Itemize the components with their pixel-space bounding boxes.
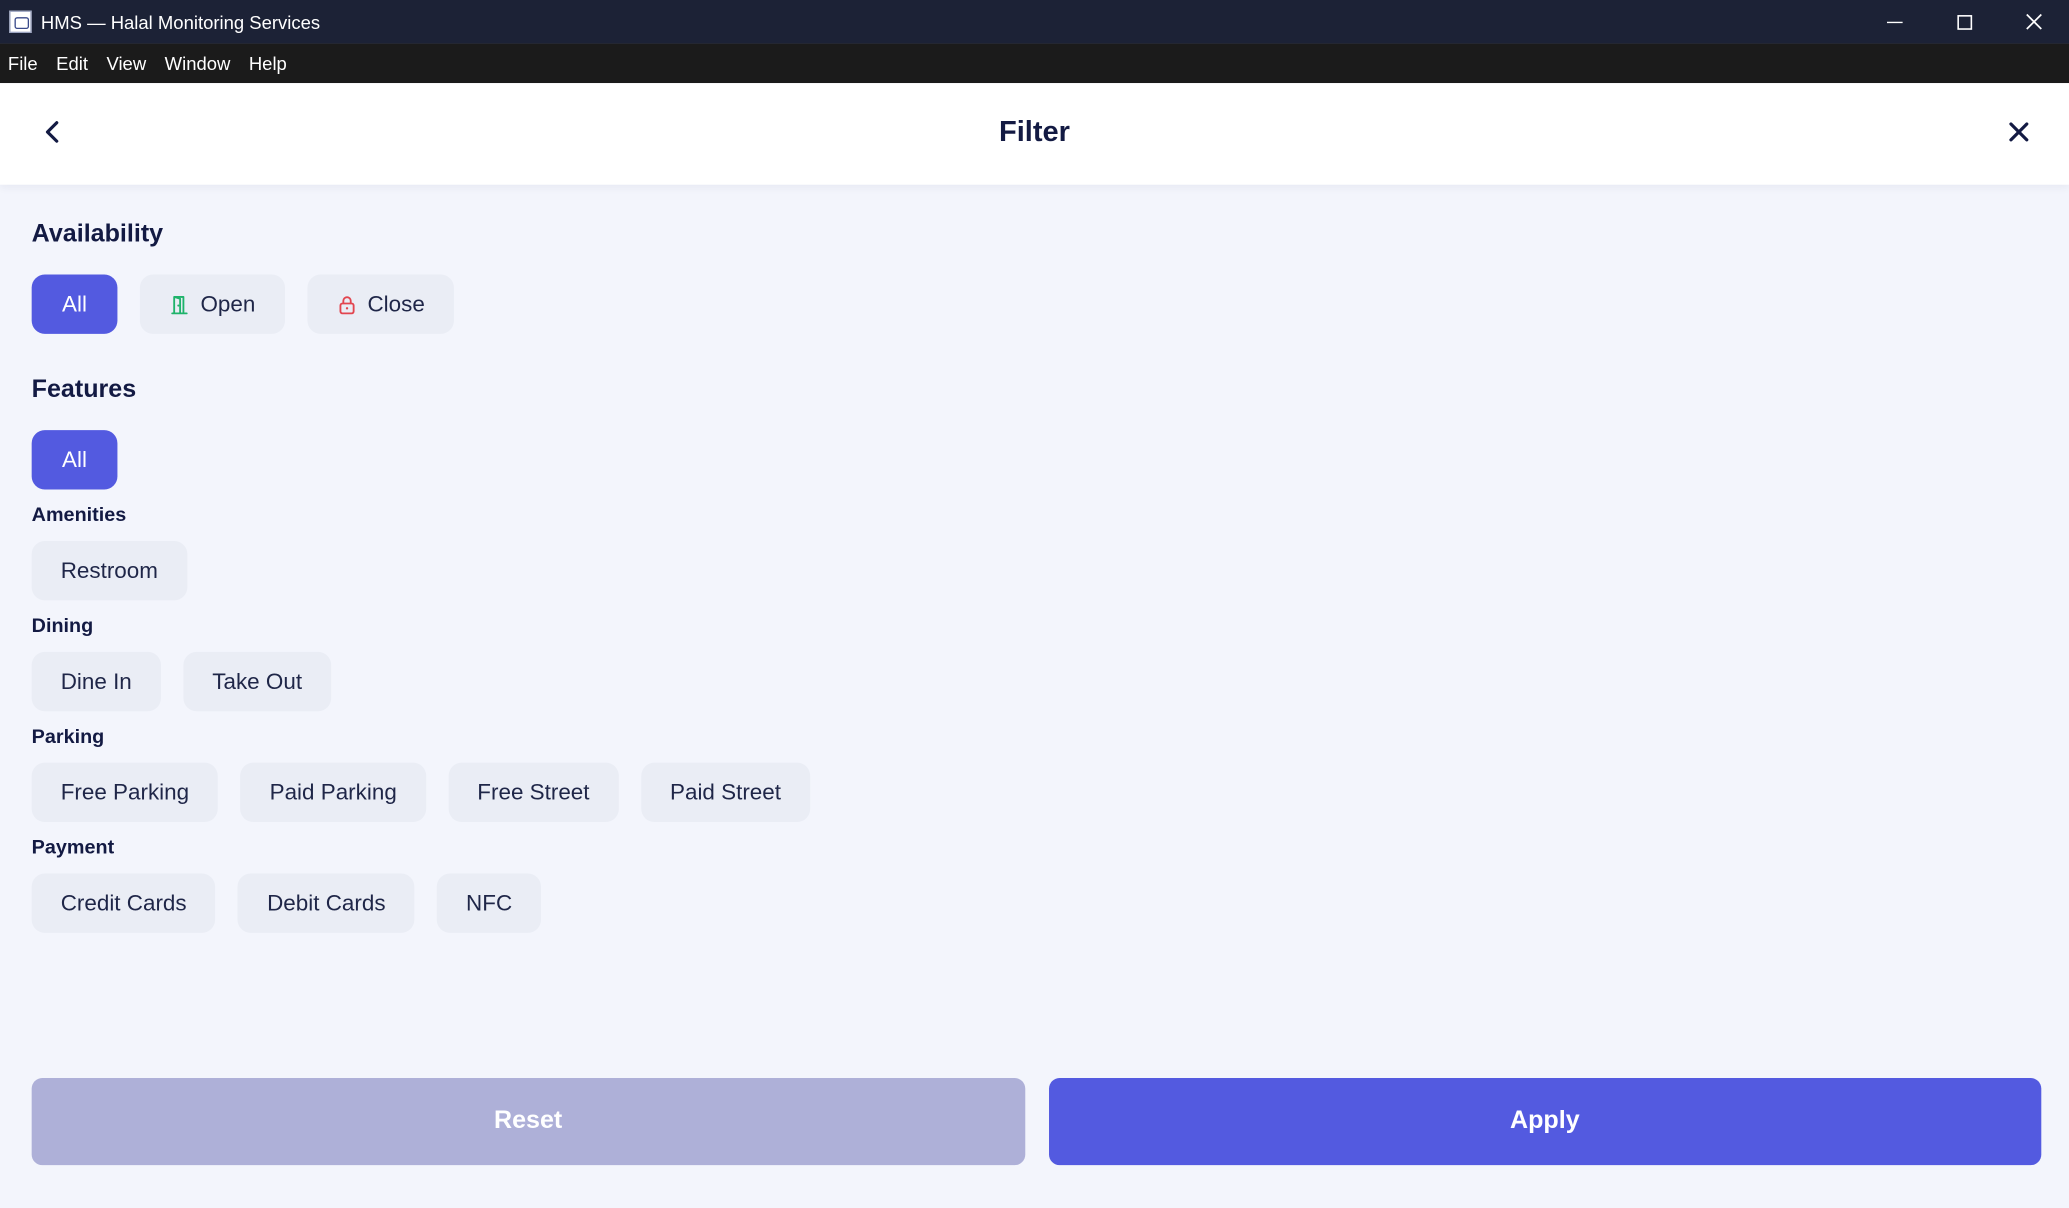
maximize-button[interactable]: [1929, 0, 1999, 44]
menu-edit[interactable]: Edit: [56, 53, 88, 74]
availability-options: All Open Close: [31, 274, 454, 334]
features-all-row: All: [31, 430, 118, 490]
payment-options: Credit Cards Debit Cards NFC: [31, 873, 542, 933]
feature-chip-restroom[interactable]: Restroom: [31, 541, 187, 601]
dining-heading: Dining: [31, 614, 94, 638]
parking-heading: Parking: [31, 725, 105, 749]
chip-label: Dine In: [60, 668, 132, 694]
chip-label: Credit Cards: [60, 890, 187, 916]
chip-label: Take Out: [212, 668, 303, 694]
menu-help[interactable]: Help: [249, 53, 287, 74]
filter-header: Filter: [0, 83, 2069, 185]
close-button[interactable]: [2003, 116, 2035, 148]
feature-chip-dine-in[interactable]: Dine In: [31, 651, 161, 712]
window-close-button[interactable]: [1999, 0, 2069, 44]
chip-label: Open: [200, 290, 256, 317]
chip-label: All: [62, 446, 87, 472]
availability-heading: Availability: [31, 220, 164, 249]
availability-close-chip[interactable]: Close: [306, 274, 454, 334]
feature-chip-debit-cards[interactable]: Debit Cards: [238, 873, 415, 933]
app-window: HMS — Halal Monitoring Services File Edi…: [0, 0, 2069, 1208]
door-open-icon: [171, 295, 188, 314]
availability-all-chip[interactable]: All: [31, 274, 118, 334]
app-logo-icon: [9, 10, 32, 33]
chip-label: Paid Street: [670, 779, 781, 805]
feature-chip-paid-street[interactable]: Paid Street: [640, 762, 811, 823]
chip-label: Close: [367, 290, 425, 317]
chip-label: Free Street: [477, 779, 590, 805]
menu-window[interactable]: Window: [165, 53, 231, 74]
apply-button[interactable]: Apply: [1048, 1078, 2042, 1166]
feature-chip-free-parking[interactable]: Free Parking: [31, 762, 219, 823]
features-all-chip[interactable]: All: [31, 430, 118, 490]
features-heading: Features: [31, 376, 137, 404]
title-bar: HMS — Halal Monitoring Services: [0, 0, 2069, 44]
lock-icon: [338, 295, 354, 314]
minimize-icon: [1886, 21, 1903, 23]
menu-bar: File Edit View Window Help: [0, 43, 2069, 84]
chip-label: Free Parking: [60, 779, 190, 805]
feature-chip-nfc[interactable]: NFC: [437, 873, 542, 933]
window-close-icon: [2026, 13, 2042, 30]
minimize-button[interactable]: [1859, 0, 1929, 44]
window-title: HMS — Halal Monitoring Services: [40, 11, 321, 33]
dining-options: Dine In Take Out: [31, 651, 332, 712]
amenities-options: Restroom: [31, 541, 187, 601]
feature-chip-take-out[interactable]: Take Out: [183, 651, 332, 712]
window-controls: [1859, 0, 2069, 44]
reset-button[interactable]: Reset: [31, 1078, 1025, 1166]
menu-view[interactable]: View: [106, 53, 146, 74]
chip-label: NFC: [466, 890, 513, 916]
action-buttons: Reset Apply: [31, 1078, 2042, 1166]
chip-label: Paid Parking: [269, 779, 397, 805]
payment-heading: Payment: [31, 836, 115, 860]
amenities-heading: Amenities: [31, 504, 127, 527]
feature-chip-paid-parking[interactable]: Paid Parking: [240, 762, 426, 823]
maximize-icon: [1956, 14, 1972, 30]
feature-chip-credit-cards[interactable]: Credit Cards: [31, 873, 216, 933]
chip-label: Debit Cards: [267, 890, 386, 916]
chip-label: Restroom: [60, 557, 158, 583]
availability-open-chip[interactable]: Open: [139, 274, 285, 334]
close-icon: [2009, 122, 2029, 142]
feature-chip-free-street[interactable]: Free Street: [448, 762, 619, 823]
chip-label: All: [62, 290, 87, 317]
menu-file[interactable]: File: [8, 53, 38, 74]
page-title: Filter: [999, 114, 1070, 148]
parking-options: Free Parking Paid Parking Free Street Pa…: [31, 762, 811, 823]
